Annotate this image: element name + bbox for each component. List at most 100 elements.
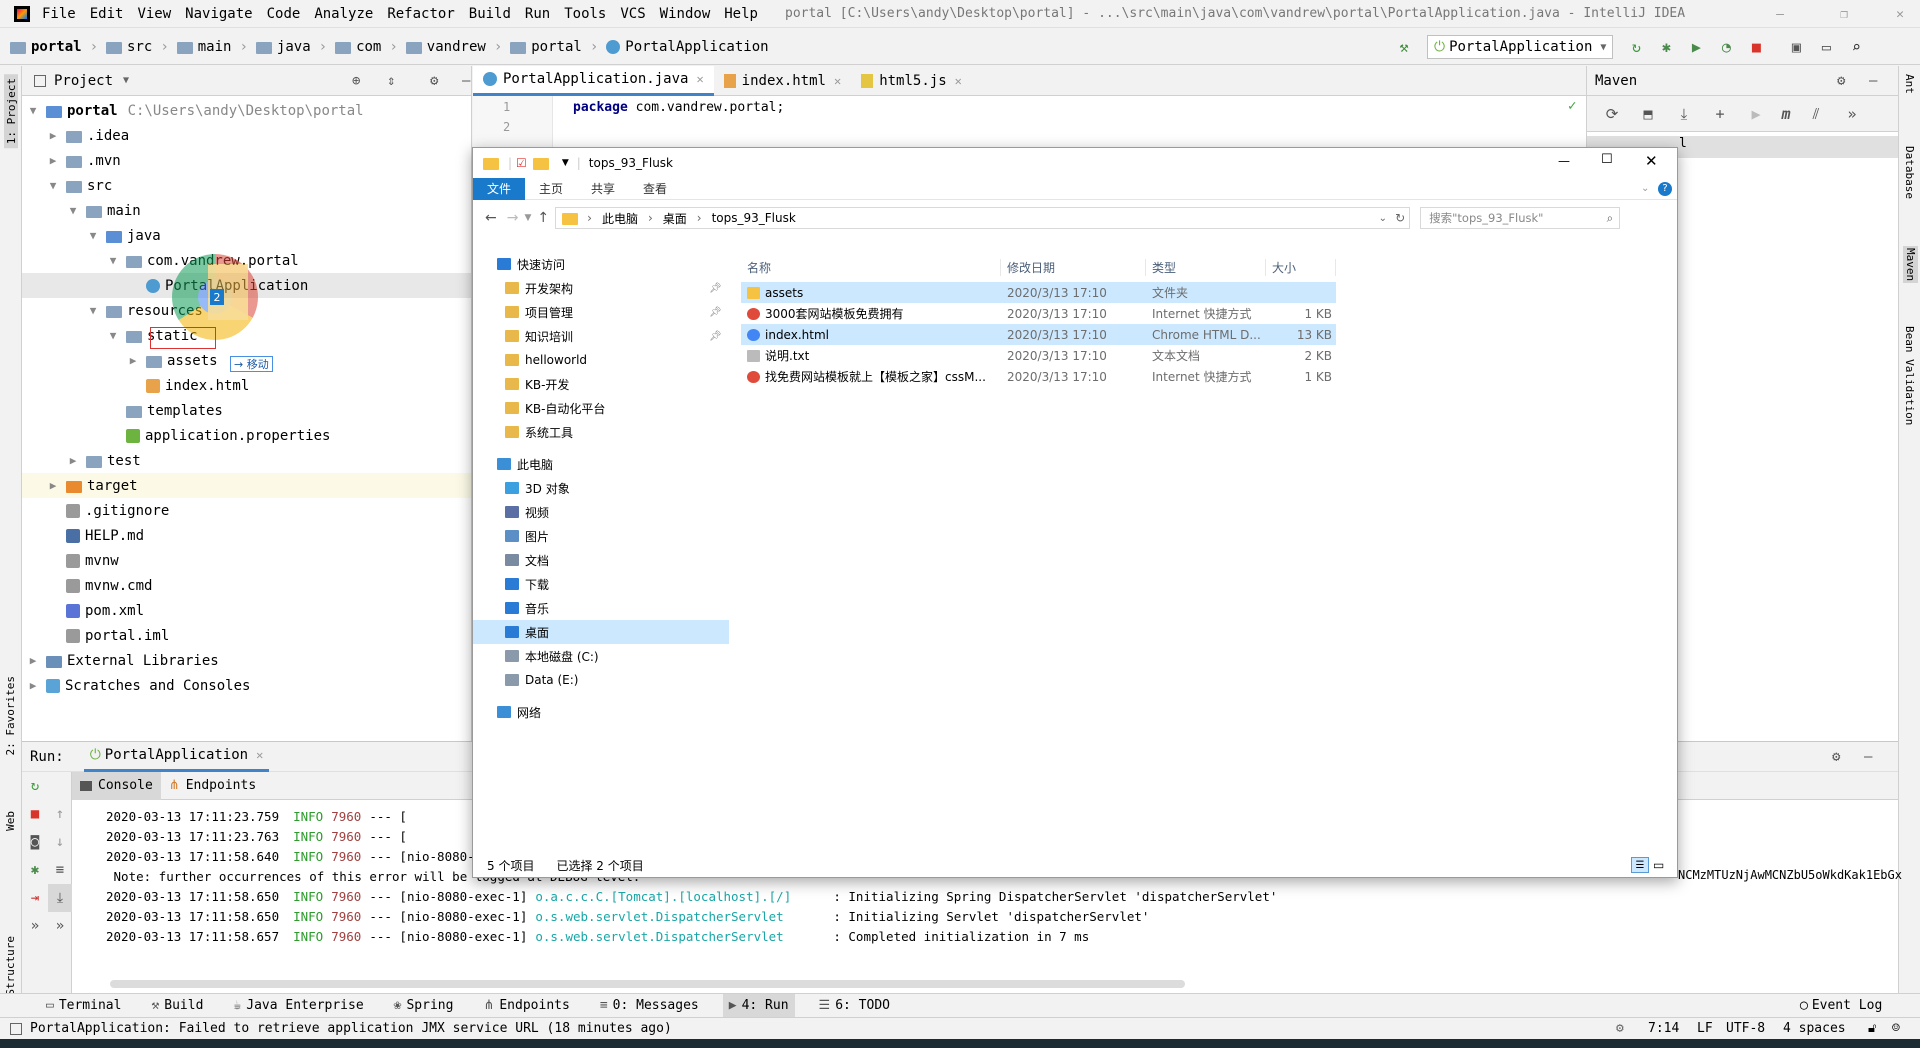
tree-item[interactable]: application.properties — [22, 423, 471, 448]
restore-button[interactable]: ❐ — [1824, 0, 1864, 28]
nav-pc-item[interactable]: Data (E:) — [473, 668, 729, 692]
more-icon[interactable]: » — [1841, 103, 1863, 125]
hide-panel-icon[interactable]: — — [1864, 749, 1872, 765]
ribbon-tab-home[interactable]: 主页 — [525, 178, 577, 200]
stop-icon[interactable]: ■ — [1745, 36, 1767, 58]
file-encoding[interactable]: UTF-8 — [1726, 1021, 1765, 1036]
up-arrow-icon[interactable]: ↑ — [537, 210, 549, 226]
nav-quick-access[interactable]: 快速访问 — [473, 252, 729, 276]
pin-icon[interactable]: 📌︎ — [709, 307, 722, 318]
indent-setting[interactable]: 4 spaces — [1783, 1021, 1846, 1036]
nav-this-pc[interactable]: 此电脑 — [473, 452, 729, 476]
reload-icon[interactable]: ⟳ — [1601, 103, 1623, 125]
caret-position[interactable]: 7:14 — [1648, 1021, 1679, 1036]
ribbon-tab-file[interactable]: 文件 — [473, 177, 526, 200]
stop-icon[interactable]: ■ — [22, 800, 48, 828]
collapsed-arrow-icon[interactable]: ▶ — [46, 129, 60, 142]
memory-icon[interactable]: ⚙ — [1616, 1021, 1624, 1036]
expand-ribbon-icon[interactable]: ⌄ — [1641, 183, 1649, 194]
menu-analyze[interactable]: Analyze — [314, 6, 373, 22]
tree-item[interactable]: ▶ .idea — [22, 123, 471, 148]
debug-icon[interactable]: ✱ — [1655, 36, 1677, 58]
new-folder-icon[interactable] — [532, 158, 549, 170]
bottom-tab-0-messages[interactable]: ≡ 0: Messages — [594, 994, 705, 1018]
plus-icon[interactable]: + — [1709, 103, 1731, 125]
run-maven-icon[interactable]: ▶ — [1745, 103, 1767, 125]
minimize-button[interactable]: — — [1558, 154, 1570, 168]
inspector-icon[interactable]: ☺︎ — [1892, 1021, 1900, 1036]
add-project-icon[interactable]: ⬒ — [1637, 103, 1659, 125]
address-crumb[interactable]: tops_93_Flusk — [712, 211, 796, 225]
bottom-tab-endpoints[interactable]: ⋔ Endpoints — [477, 994, 575, 1018]
breadcrumb-item[interactable]: portal › — [10, 39, 98, 55]
tree-item[interactable]: ▶ External Libraries — [22, 648, 471, 673]
column-type[interactable]: 类型 — [1146, 258, 1266, 276]
nav-pc-item[interactable]: 本地磁盘 (C:) — [473, 644, 729, 668]
bottom-tab-build[interactable]: ⚒ Build — [145, 994, 209, 1018]
tree-item[interactable]: ▶ .mvn — [22, 148, 471, 173]
address-crumb[interactable]: 桌面 — [663, 210, 687, 227]
exit-icon[interactable]: ⇥ — [22, 884, 48, 912]
tree-item[interactable]: ▶ target — [22, 473, 471, 498]
tree-item[interactable]: ▼ main — [22, 198, 471, 223]
nav-network[interactable]: 网络 — [473, 700, 729, 724]
tree-item[interactable]: ▼ static — [22, 323, 471, 348]
profile-icon[interactable]: ◔ — [1715, 36, 1737, 58]
pin-icon[interactable]: 📌︎ — [709, 283, 722, 294]
nav-pc-item[interactable]: 图片 — [473, 524, 729, 548]
menu-build[interactable]: Build — [469, 6, 511, 22]
tree-item[interactable]: ▼ java — [22, 223, 471, 248]
tab-index-html[interactable]: index.html ✕ — [714, 66, 852, 96]
tree-item[interactable]: templates — [22, 398, 471, 423]
file-row[interactable]: 3000套网站模板免费拥有 2020/3/13 17:10 Internet 快捷方… — [741, 303, 1336, 324]
soft-wrap-icon[interactable]: ≡ — [48, 856, 72, 884]
expanded-arrow-icon[interactable]: ▼ — [26, 104, 40, 117]
search-everywhere-icon[interactable]: ⌕ — [1845, 36, 1867, 58]
column-date[interactable]: 修改日期 — [1001, 258, 1146, 276]
tree-item[interactable]: ▶ test — [22, 448, 471, 473]
menu-view[interactable]: View — [137, 6, 171, 22]
nav-quick-item[interactable]: 开发架构 📌︎ — [473, 276, 729, 300]
tab-html5-js[interactable]: html5.js ✕ — [851, 66, 972, 96]
close-button[interactable]: ✕ — [1645, 152, 1658, 170]
ribbon-tab-share[interactable]: 共享 — [577, 178, 629, 200]
collapsed-arrow-icon[interactable]: ▶ — [26, 654, 40, 667]
menu-help[interactable]: Help — [724, 6, 758, 22]
console-tab[interactable]: Console — [72, 771, 161, 800]
menu-file[interactable]: File — [42, 6, 76, 22]
breadcrumb-item[interactable]: main › — [176, 39, 248, 55]
database-tool-tab[interactable]: Database — [1903, 146, 1916, 199]
tree-item[interactable]: HELP.md — [22, 523, 471, 548]
breadcrumb-item[interactable]: src › — [106, 39, 169, 55]
endpoints-tab[interactable]: ⋔ Endpoints — [161, 772, 264, 800]
horizontal-scrollbar[interactable] — [110, 980, 1185, 988]
nav-quick-item[interactable]: 知识培训 📌︎ — [473, 324, 729, 348]
collapse-all-icon[interactable]: ⇕ — [387, 73, 395, 89]
expanded-arrow-icon[interactable]: ▼ — [106, 254, 120, 267]
pin-icon[interactable]: 📌︎ — [709, 331, 722, 342]
tree-item[interactable]: pom.xml — [22, 598, 471, 623]
tree-item[interactable]: ▼ src — [22, 173, 471, 198]
nav-pc-item[interactable]: 桌面 — [473, 620, 729, 644]
layout-icon[interactable]: ▭ — [1815, 36, 1837, 58]
collapsed-arrow-icon[interactable]: ▶ — [66, 454, 80, 467]
menu-code[interactable]: Code — [267, 6, 301, 22]
close-tab-icon[interactable]: ✕ — [696, 72, 703, 86]
tab-portal-application-java[interactable]: PortalApplication.java ✕ — [473, 65, 714, 96]
address-dropdown-icon[interactable]: ⌄ — [1379, 213, 1387, 224]
web-tool-tab[interactable]: Web — [4, 811, 17, 831]
close-tab-icon[interactable]: ✕ — [955, 74, 962, 88]
menu-navigate[interactable]: Navigate — [185, 6, 252, 22]
search-box[interactable]: 搜索"tops_93_Flusk" ⌕ — [1420, 207, 1621, 229]
details-view-icon[interactable]: ☰ — [1631, 857, 1649, 873]
log-logger[interactable]: o.s.web.servlet.DispatcherServlet — [535, 929, 825, 944]
tree-item[interactable]: ▼ portal C:\Users\andy\Desktop\portal — [22, 98, 471, 123]
event-log-button[interactable]: ◯ Event Log — [1800, 998, 1882, 1013]
project-structure-icon[interactable]: ▣ — [1785, 36, 1807, 58]
menu-window[interactable]: Window — [660, 6, 711, 22]
rerun-icon[interactable]: ↻ — [22, 772, 48, 800]
scroll-to-end-icon[interactable]: ⤓ — [48, 884, 72, 912]
toggle-offline-icon[interactable]: ⫽ — [1805, 103, 1827, 125]
expanded-arrow-icon[interactable]: ▼ — [46, 179, 60, 192]
more-icon[interactable]: » — [22, 912, 48, 940]
